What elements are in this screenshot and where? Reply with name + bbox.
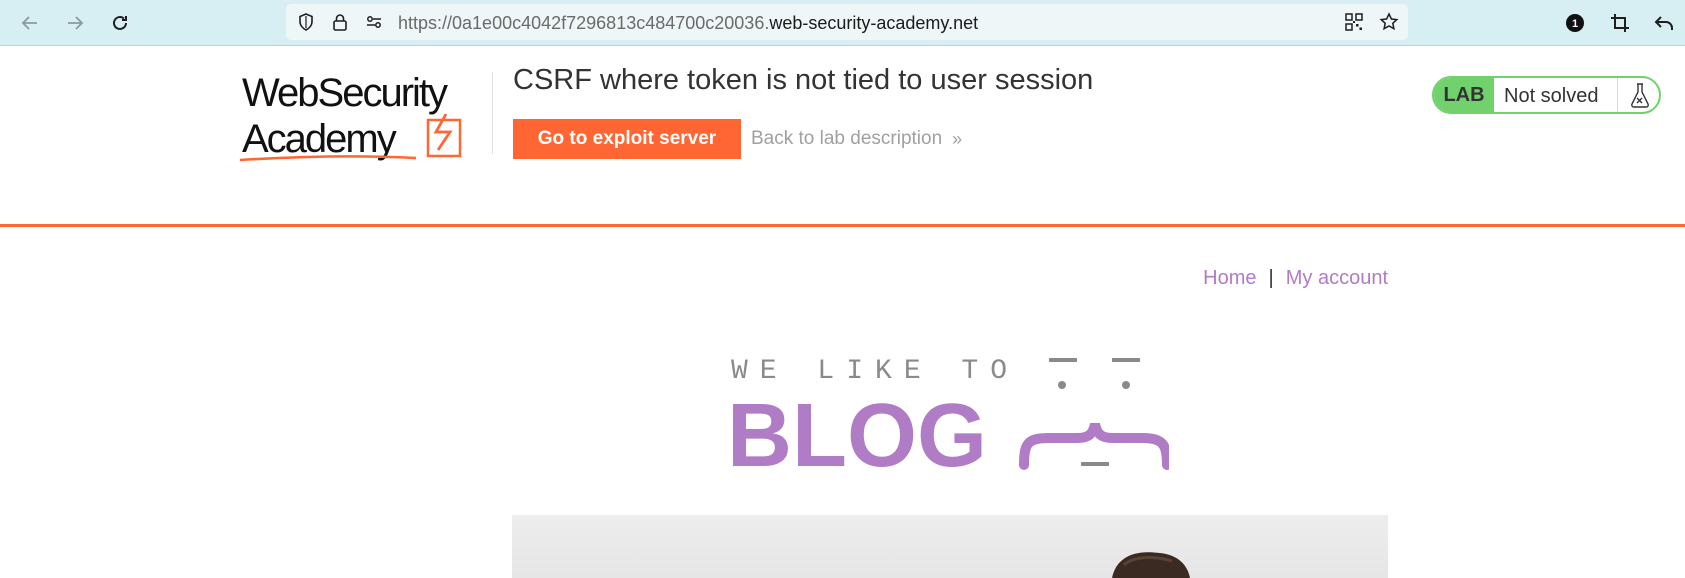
my-account-link[interactable]: My account (1286, 267, 1388, 289)
logo-lightning-icon (426, 113, 462, 158)
extension-badge-count: 1 (1572, 18, 1578, 30)
blog-banner: WE LIKE TO BLOG (727, 356, 1169, 478)
logo-line2: Academy (242, 117, 397, 161)
banner-blog-word: BLOG (727, 386, 987, 478)
header-divider (0, 224, 1685, 227)
blog-post-image[interactable] (512, 515, 1388, 578)
back-to-lab-description-link[interactable]: Back to lab description » (751, 128, 962, 150)
banner-face-icon (1019, 358, 1169, 470)
back-arrow-icon[interactable] (16, 9, 44, 37)
url-prefix: https://0a1e00c4042f7296813c484700c20036… (398, 13, 770, 33)
shield-icon[interactable] (296, 12, 316, 32)
web-security-academy-logo[interactable]: WebSecurity Academy (238, 70, 490, 166)
logo-divider (492, 72, 493, 154)
go-to-exploit-server-button[interactable]: Go to exploit server (513, 119, 741, 159)
reload-icon[interactable] (106, 9, 134, 37)
undo-arrow-icon[interactable] (1650, 9, 1678, 37)
back-link-label: Back to lab description (751, 128, 943, 149)
lock-icon[interactable] (330, 12, 350, 32)
lab-status-text: Not solved (1504, 85, 1599, 107)
double-chevron-icon: » (952, 128, 963, 149)
crop-icon[interactable] (1606, 9, 1634, 37)
qr-code-icon[interactable] (1344, 12, 1364, 32)
logo-line1: WebSecurity (242, 71, 448, 115)
extension-badge-icon[interactable]: 1 (1561, 9, 1589, 37)
forward-arrow-icon[interactable] (61, 9, 89, 37)
address-bar[interactable]: https://0a1e00c4042f7296813c484700c20036… (286, 4, 1408, 40)
lab-badge: LAB (1434, 78, 1494, 112)
blog-photo (1112, 552, 1190, 578)
star-icon[interactable] (1379, 12, 1399, 32)
nav-separator: | (1268, 267, 1274, 289)
flask-icon (1617, 78, 1659, 112)
browser-toolbar: https://0a1e00c4042f7296813c484700c20036… (0, 0, 1685, 46)
top-nav: Home | My account (1203, 267, 1388, 290)
permissions-icon[interactable] (364, 12, 384, 32)
home-link[interactable]: Home (1203, 267, 1256, 289)
lab-title: CSRF where token is not tied to user ses… (513, 64, 1094, 96)
lab-status-widget: LAB Not solved (1432, 76, 1661, 114)
url-text[interactable]: https://0a1e00c4042f7296813c484700c20036… (398, 13, 978, 34)
banner-tagline: WE LIKE TO (731, 356, 1019, 387)
url-domain: web-security-academy.net (769, 13, 979, 33)
